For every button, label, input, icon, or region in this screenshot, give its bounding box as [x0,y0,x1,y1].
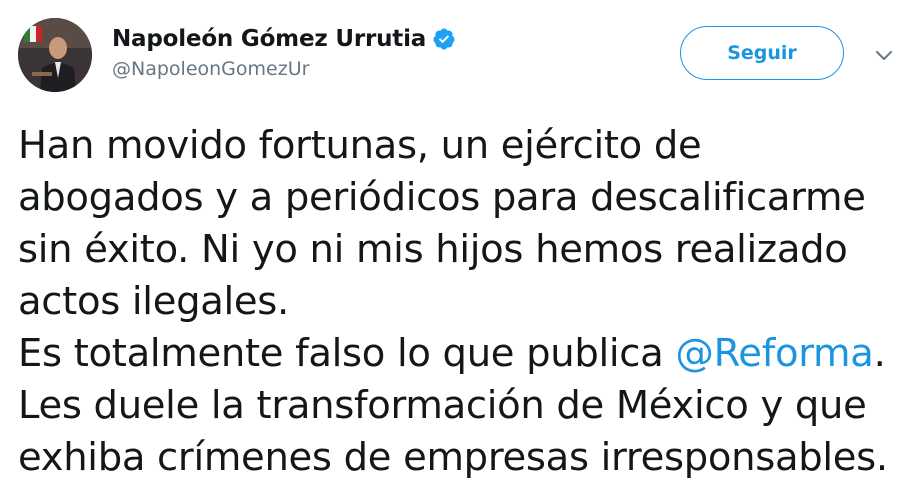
tweet-text: Han movido fortunas, un ejército de abog… [18,120,890,484]
author-info: Napoleón Gómez Urrutia @NapoleonGomezUr [112,22,456,92]
follow-button[interactable]: Seguir [680,26,844,80]
tweet-line-with-mention: Es totalmente falso lo que publica @Refo… [18,328,890,380]
mention-link[interactable]: @Reforma [675,331,873,376]
tweet-text-segment: Es totalmente falso lo que publica [18,331,676,376]
author-display-name[interactable]: Napoleón Gómez Urrutia [112,26,426,52]
author-name-row: Napoleón Gómez Urrutia [112,22,456,56]
tweet-line: Les duele la transformación de México y … [18,383,867,428]
tweet-line: abogados y a periódicos para descalifica… [18,175,866,220]
avatar-photo-icon [18,18,92,92]
tweet-line: sin éxito. Ni yo ni mis hijos hemos real… [18,227,848,272]
chevron-down-icon[interactable] [872,46,896,66]
tweet-line: exhiba crímenes de empresas irresponsabl… [18,435,888,480]
verified-badge-icon [432,27,456,51]
tweet-line: Han movido fortunas, un ejército de [18,123,702,168]
tweet-line: actos ilegales. [18,279,289,324]
author-avatar[interactable] [18,18,92,92]
tweet-text-segment: . [873,331,886,376]
tweet-card: Napoleón Gómez Urrutia @NapoleonGomezUr … [0,0,900,488]
author-handle[interactable]: @NapoleonGomezUr [112,58,456,80]
